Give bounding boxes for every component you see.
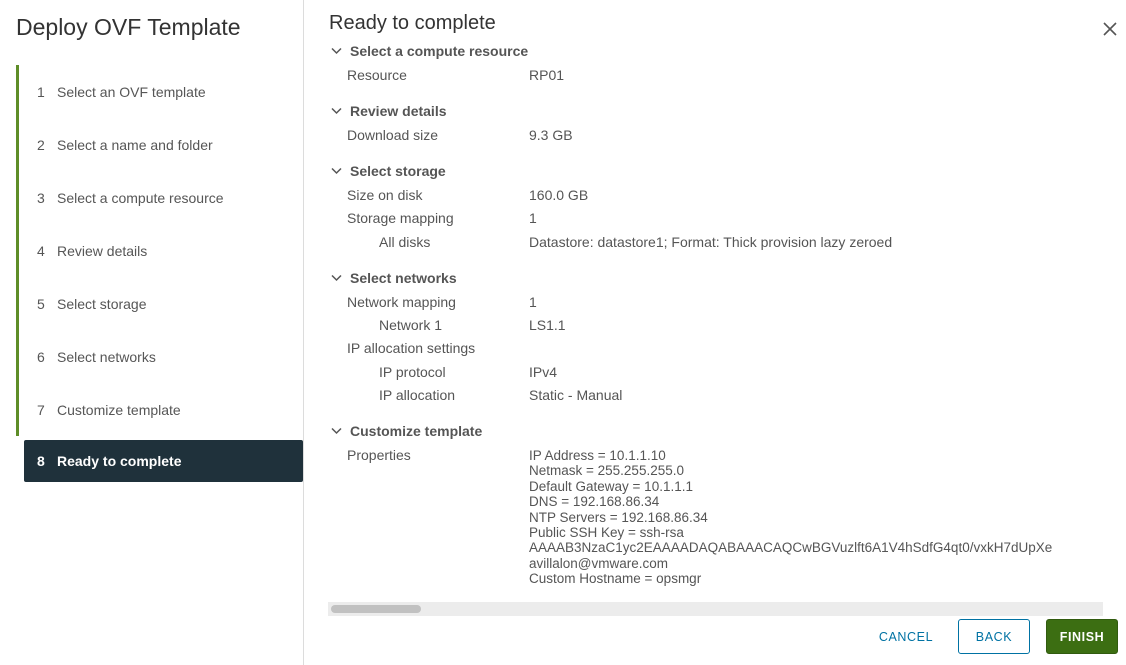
property-line: Default Gateway = 10.1.1.1 xyxy=(529,478,693,494)
step-number: 2 xyxy=(37,136,45,153)
chevron-down-icon xyxy=(331,107,342,115)
section-networks-header[interactable]: Select networks xyxy=(328,268,457,288)
properties-value: IP Address = 10.1.1.10 Netmask = 255.255… xyxy=(529,448,1052,587)
section-title: Select networks xyxy=(350,270,457,286)
cancel-button[interactable]: CANCEL xyxy=(869,619,943,654)
step-number: 4 xyxy=(37,242,45,259)
resource-value: RP01 xyxy=(529,67,565,83)
section-storage-header[interactable]: Select storage xyxy=(328,161,446,181)
storage-mapping-value: 1 xyxy=(529,210,537,226)
property-line: avillalon@vmware.com xyxy=(529,555,668,571)
step-6[interactable]: 6 Select networks xyxy=(16,330,303,383)
step-label: Select a name and folder xyxy=(57,136,213,153)
step-5[interactable]: 5 Select storage xyxy=(16,277,303,330)
ip-allocation-value: Static - Manual xyxy=(529,387,623,403)
back-button[interactable]: BACK xyxy=(958,619,1030,654)
step-label: Select networks xyxy=(57,348,156,365)
section-compute-header[interactable]: Select a compute resource xyxy=(328,41,528,61)
property-line: Custom Hostname = opsmgr xyxy=(529,571,702,587)
section-customize-header[interactable]: Customize template xyxy=(328,421,482,441)
step-number: 8 xyxy=(37,453,45,469)
step-label: Customize template xyxy=(57,401,181,418)
step-number: 6 xyxy=(37,348,45,365)
horizontal-scrollbar[interactable] xyxy=(328,602,1103,616)
ip-protocol-value: IPv4 xyxy=(529,364,558,380)
network-1-value: LS1.1 xyxy=(529,317,566,333)
summary-content: Select a compute resource Resource RP01 … xyxy=(328,40,1103,600)
step-label: Select storage xyxy=(57,295,147,312)
section-title: Customize template xyxy=(350,423,483,439)
property-line: IP Address = 10.1.1.10 xyxy=(529,448,666,463)
network-mapping-value: 1 xyxy=(529,294,537,310)
property-line: NTP Servers = 192.168.86.34 xyxy=(529,509,708,525)
ip-protocol-label: IP protocol xyxy=(379,364,446,380)
step-number: 5 xyxy=(37,295,45,312)
finish-button[interactable]: FINISH xyxy=(1046,619,1118,654)
property-line: AAAAB3NzaC1yc2EAAAADAQABAAACAQCwBGVuzlft… xyxy=(529,540,1053,556)
section-title: Select storage xyxy=(350,163,446,179)
section-title: Select a compute resource xyxy=(350,43,529,59)
page-title: Ready to complete xyxy=(329,12,496,34)
main-panel: Ready to complete Select a compute resou… xyxy=(304,0,1126,665)
step-label: Select an OVF template xyxy=(57,83,206,100)
all-disks-value: Datastore: datastore1; Format: Thick pro… xyxy=(529,234,893,250)
size-on-disk-value: 160.0 GB xyxy=(529,187,589,203)
step-label: Ready to complete xyxy=(57,453,182,469)
property-line: Public SSH Key = ssh-rsa xyxy=(529,524,684,540)
step-1[interactable]: 1 Select an OVF template xyxy=(16,65,303,118)
property-line: DNS = 192.168.86.34 xyxy=(529,494,660,510)
ip-allocation-label: IP allocation xyxy=(379,387,456,403)
close-icon xyxy=(1103,22,1117,36)
section-review-header[interactable]: Review details xyxy=(328,101,447,121)
step-7[interactable]: 7 Customize template xyxy=(16,383,303,436)
wizard-title: Deploy OVF Template xyxy=(16,14,241,40)
wizard-sidebar: Deploy OVF Template 1 Select an OVF templ… xyxy=(0,0,304,665)
storage-mapping-label: Storage mapping xyxy=(347,210,454,226)
step-number: 7 xyxy=(37,401,45,418)
scrollbar-thumb[interactable] xyxy=(331,605,421,613)
step-4[interactable]: 4 Review details xyxy=(16,224,303,277)
step-2[interactable]: 2 Select a name and folder xyxy=(16,118,303,171)
step-number: 3 xyxy=(37,189,45,206)
wizard-steps: 1 Select an OVF template 2 Select a name a… xyxy=(16,65,303,482)
chevron-down-icon xyxy=(331,274,342,282)
properties-label: Properties xyxy=(347,447,411,463)
step-label: Review details xyxy=(57,242,148,259)
chevron-down-icon xyxy=(331,47,342,55)
network-1-label: Network 1 xyxy=(379,317,443,333)
close-button[interactable] xyxy=(1100,19,1120,39)
chevron-down-icon xyxy=(331,427,342,435)
step-label: Select a compute resource xyxy=(57,189,224,206)
step-8-active[interactable]: 8 Ready to complete xyxy=(24,440,303,482)
chevron-down-icon xyxy=(331,167,342,175)
all-disks-label: All disks xyxy=(379,234,431,250)
property-line: Netmask = 255.255.255.0 xyxy=(529,463,684,479)
step-3[interactable]: 3 Select a compute resource xyxy=(16,171,303,224)
download-size-value: 9.3 GB xyxy=(529,127,573,143)
ip-allocation-settings-label: IP allocation settings xyxy=(347,340,476,356)
download-size-label: Download size xyxy=(347,127,439,143)
section-title: Review details xyxy=(350,103,447,119)
network-mapping-label: Network mapping xyxy=(347,294,456,310)
resource-label: Resource xyxy=(347,67,407,83)
size-on-disk-label: Size on disk xyxy=(347,187,423,203)
step-number: 1 xyxy=(37,83,45,100)
